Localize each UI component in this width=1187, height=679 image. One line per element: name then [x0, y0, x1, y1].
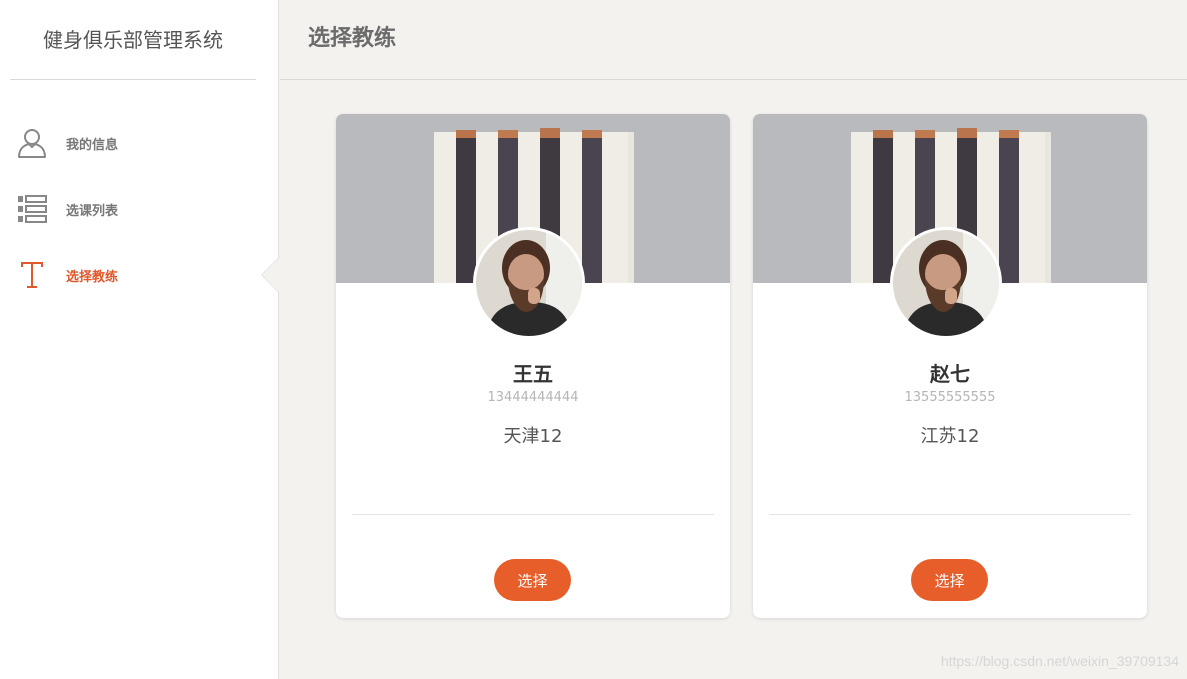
text-t-icon [16, 258, 48, 292]
sidebar-item-course-list[interactable]: 选课列表 [0, 176, 278, 242]
list-icon [16, 192, 48, 226]
coach-phone: 13444444444 [487, 390, 579, 405]
coach-avatar [473, 227, 585, 339]
app-title: 健身俱乐部管理系统 [10, 0, 256, 80]
coach-name: 王五 [513, 362, 553, 386]
coach-name: 赵七 [930, 362, 970, 386]
select-coach-button[interactable]: 选择 [494, 559, 571, 601]
page-header: 选择教练 [280, 0, 1187, 80]
user-icon [16, 126, 48, 160]
coach-address: 江苏12 [920, 426, 980, 447]
coach-phone: 13555555555 [904, 390, 996, 405]
select-coach-button[interactable]: 选择 [911, 559, 988, 601]
watermark: https://blog.csdn.net/weixin_39709134 [940, 653, 1179, 669]
coach-card: 赵七 13555555555 江苏12 选择 [753, 114, 1147, 618]
sidebar-item-my-info[interactable]: 我的信息 [0, 110, 278, 176]
sidebar-item-select-coach[interactable]: 选择教练 [0, 242, 279, 308]
coach-avatar [890, 227, 1002, 339]
sidebar-item-label: 选择教练 [66, 269, 119, 285]
coach-address: 天津12 [503, 426, 563, 447]
sidebar-item-label: 我的信息 [66, 137, 119, 153]
sidebar-nav: 我的信息 选课列表 选择教练 [0, 80, 279, 308]
page-title: 选择教练 [308, 26, 397, 51]
sidebar: 健身俱乐部管理系统 我的信息 选课列表 选择教练 [0, 0, 279, 679]
coach-card: 王五 13444444444 天津12 选择 [336, 114, 730, 618]
divider [769, 514, 1131, 515]
active-indicator [261, 257, 279, 293]
divider [352, 514, 714, 515]
sidebar-item-label: 选课列表 [66, 203, 119, 219]
